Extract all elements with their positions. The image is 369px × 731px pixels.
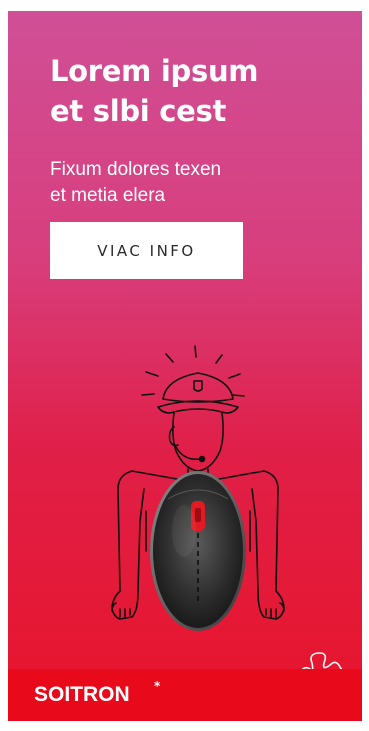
- logo-mark: *: [154, 679, 161, 693]
- alert-ray: [194, 345, 197, 358]
- soitron-logo[interactable]: SOITRON: [34, 683, 130, 707]
- police-officer-illustration: [111, 345, 359, 688]
- ad-banner[interactable]: Lorem ipsum et slbi cest Fixum dolores t…: [8, 11, 362, 721]
- wireless-mouse-image: [150, 471, 246, 631]
